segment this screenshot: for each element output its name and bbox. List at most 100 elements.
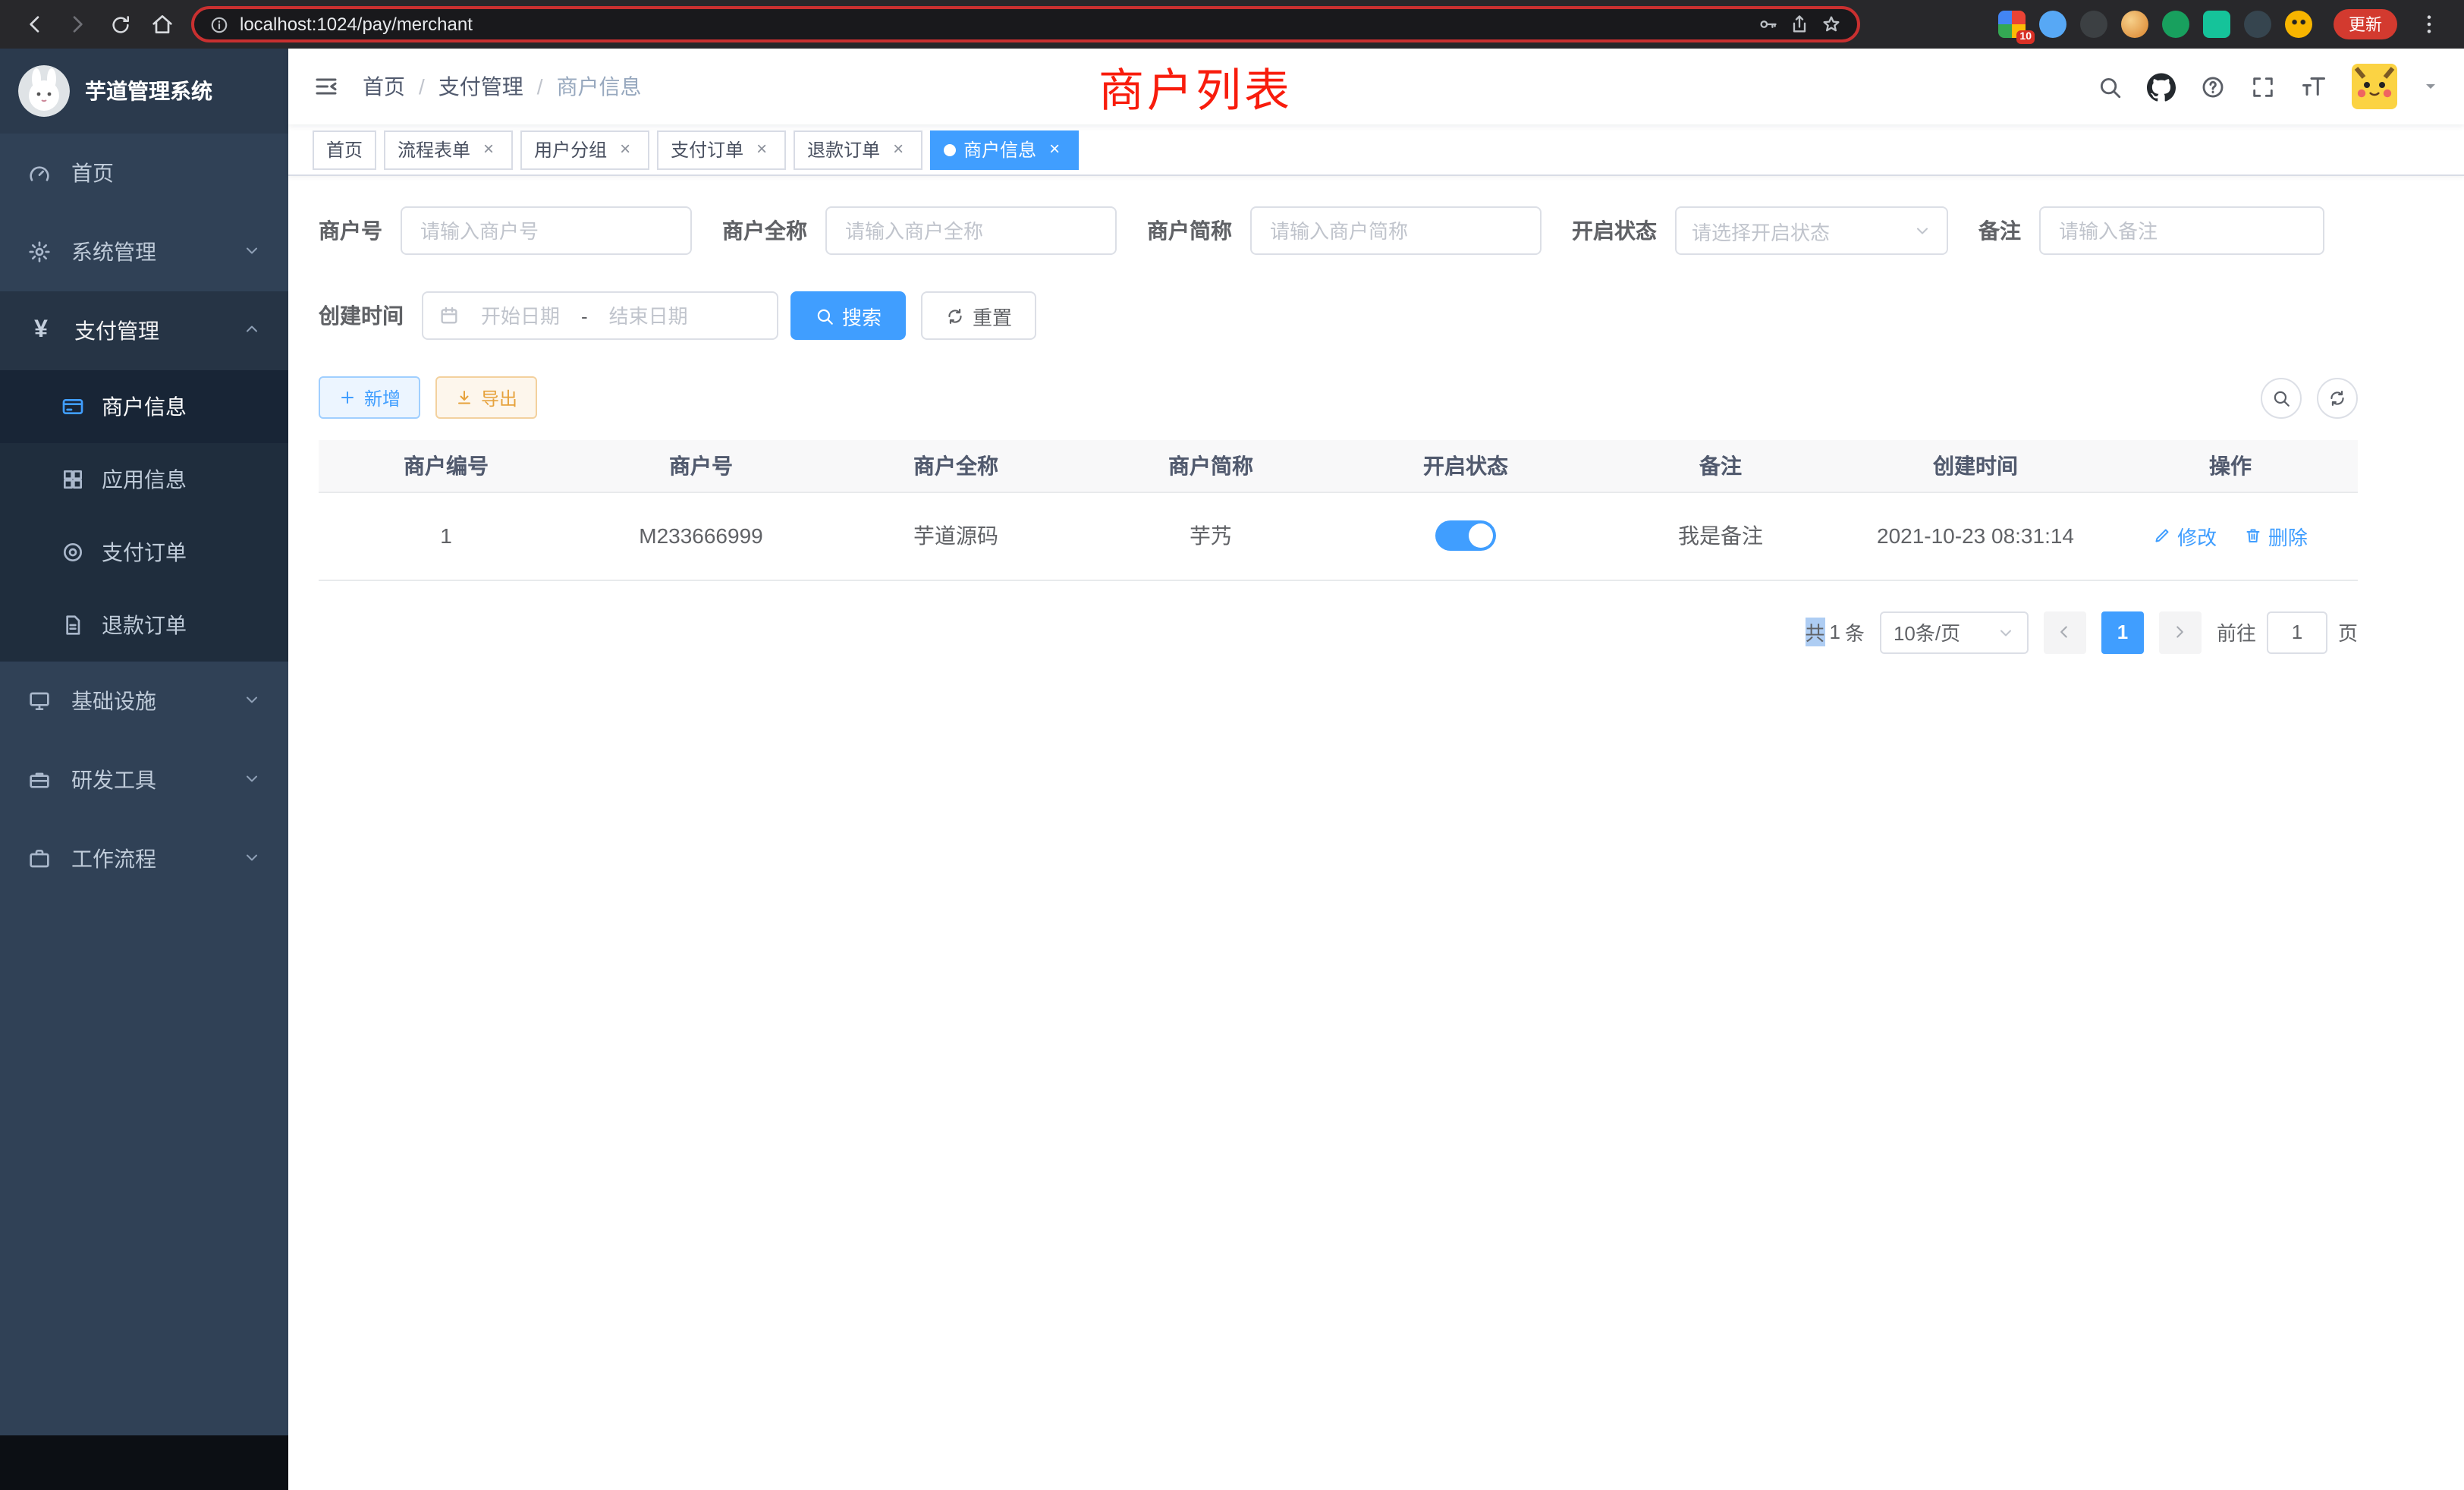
fullscreen-icon[interactable] xyxy=(2250,74,2276,99)
sidebar-item-dev-tools[interactable]: 研发工具 xyxy=(0,740,288,819)
column-header: 备注 xyxy=(1593,440,1848,492)
sidebar-item-home[interactable]: 首页 xyxy=(0,134,288,212)
github-icon[interactable] xyxy=(2147,72,2176,101)
address-bar[interactable]: localhost:1024/pay/merchant xyxy=(191,6,1860,42)
password-key-icon[interactable] xyxy=(1757,14,1778,35)
column-header: 操作 xyxy=(2103,440,2358,492)
breadcrumb-item-home[interactable]: 首页 xyxy=(363,71,405,102)
page-size-select[interactable]: 10条/页 xyxy=(1880,611,2029,653)
font-size-icon[interactable] xyxy=(2300,73,2327,100)
extension-icon[interactable]: 10 xyxy=(1998,11,2026,38)
close-icon[interactable]: × xyxy=(478,139,499,160)
reload-button[interactable] xyxy=(100,5,140,44)
browser-update-button[interactable]: 更新 xyxy=(2334,9,2397,39)
sidebar-item-infrastructure[interactable]: 基础设施 xyxy=(0,662,288,740)
extension-icon[interactable] xyxy=(2203,11,2230,38)
close-icon[interactable]: × xyxy=(751,139,772,160)
sidebar-item-app-info[interactable]: 应用信息 xyxy=(0,443,288,516)
avatar-caret-down-icon[interactable] xyxy=(2422,77,2440,96)
tab-home[interactable]: 首页 xyxy=(313,130,376,169)
pagination-total: 共 1 条 xyxy=(1805,618,1865,646)
extension-icon[interactable] xyxy=(2039,11,2066,38)
column-header: 开启状态 xyxy=(1338,440,1593,492)
remark-input[interactable] xyxy=(2039,206,2324,255)
refresh-table-button[interactable] xyxy=(2317,377,2358,418)
date-range-separator: - xyxy=(581,304,588,327)
app-title: 芋道管理系统 xyxy=(85,76,212,106)
add-button[interactable]: 新增 xyxy=(319,376,420,419)
sidebar-item-merchant-info[interactable]: 商户信息 xyxy=(0,370,288,443)
full-name-input[interactable] xyxy=(825,206,1117,255)
export-button[interactable]: 导出 xyxy=(435,376,537,419)
extension-icon[interactable] xyxy=(2244,11,2271,38)
date-start-input[interactable] xyxy=(466,304,575,327)
sidebar-item-label: 系统管理 xyxy=(71,237,223,267)
sidebar-item-label: 支付订单 xyxy=(102,537,261,567)
browser-chrome: localhost:1024/pay/merchant 10 更新 xyxy=(0,0,2464,49)
sidebar-item-label: 工作流程 xyxy=(71,844,223,874)
next-page-button[interactable] xyxy=(2159,611,2202,653)
sidebar-bottom-area xyxy=(0,1435,288,1490)
back-button[interactable] xyxy=(15,5,55,44)
table-header-row: 商户编号 商户号 商户全称 商户简称 开启状态 备注 创建时间 操作 xyxy=(319,440,2358,492)
edit-link[interactable]: 修改 xyxy=(2153,521,2217,550)
reset-button[interactable]: 重置 xyxy=(921,291,1036,340)
sidebar-item-label: 研发工具 xyxy=(71,765,223,795)
tab-label: 流程表单 xyxy=(398,137,470,162)
status-toggle[interactable] xyxy=(1435,520,1496,551)
date-end-input[interactable] xyxy=(594,304,703,327)
create-time-label: 创建时间 xyxy=(319,300,404,331)
forward-button[interactable] xyxy=(58,5,97,44)
browser-menu-kebab-icon[interactable] xyxy=(2409,5,2449,44)
chevron-down-icon xyxy=(243,689,261,713)
short-name-label: 商户简称 xyxy=(1147,215,1232,246)
extension-icon[interactable] xyxy=(2080,11,2107,38)
sidebar-toggle-button[interactable] xyxy=(313,73,340,100)
short-name-input[interactable] xyxy=(1250,206,1542,255)
tab-merchant-info[interactable]: 商户信息 × xyxy=(930,130,1079,169)
share-icon[interactable] xyxy=(1789,14,1810,35)
tab-payment-orders[interactable]: 支付订单 × xyxy=(657,130,786,169)
cell-merchant-no: M233666999 xyxy=(574,492,828,580)
breadcrumb-item-payment[interactable]: 支付管理 xyxy=(438,71,523,102)
home-button[interactable] xyxy=(143,5,182,44)
sidebar-item-workflow[interactable]: 工作流程 xyxy=(0,819,288,898)
sidebar-item-label: 支付管理 xyxy=(74,316,223,346)
tab-process-form[interactable]: 流程表单 × xyxy=(384,130,513,169)
goto-page-input[interactable] xyxy=(2267,611,2327,653)
site-info-icon[interactable] xyxy=(209,14,229,34)
search-icon[interactable] xyxy=(2097,74,2123,99)
sidebar-item-label: 商户信息 xyxy=(102,391,261,422)
search-button[interactable]: 搜索 xyxy=(790,291,906,340)
full-name-label: 商户全称 xyxy=(722,215,807,246)
breadcrumb: 首页 / 支付管理 / 商户信息 xyxy=(363,71,642,102)
delete-link[interactable]: 删除 xyxy=(2244,521,2308,550)
sidebar-item-system-management[interactable]: 系统管理 xyxy=(0,212,288,291)
remark-label: 备注 xyxy=(1978,215,2021,246)
sidebar-item-payment-orders[interactable]: 支付订单 xyxy=(0,516,288,589)
app-logo[interactable]: 芋道管理系统 xyxy=(0,49,288,134)
breadcrumb-item-current: 商户信息 xyxy=(557,71,642,102)
extension-icon[interactable] xyxy=(2121,11,2148,38)
date-range-picker[interactable]: - xyxy=(422,291,778,340)
chevron-up-icon xyxy=(243,319,261,343)
navbar-actions xyxy=(2097,64,2440,109)
merchant-no-input[interactable] xyxy=(401,206,692,255)
close-icon[interactable]: × xyxy=(888,139,909,160)
close-icon[interactable]: × xyxy=(614,139,636,160)
tab-refund-orders[interactable]: 退款订单 × xyxy=(794,130,922,169)
toggle-search-button[interactable] xyxy=(2261,377,2302,418)
prev-page-button[interactable] xyxy=(2044,611,2086,653)
extension-icon[interactable] xyxy=(2162,11,2189,38)
tab-user-group[interactable]: 用户分组 × xyxy=(520,130,649,169)
user-avatar[interactable] xyxy=(2352,64,2397,109)
page-number-button[interactable]: 1 xyxy=(2101,611,2144,653)
profile-avatar-icon[interactable] xyxy=(2285,11,2312,38)
help-icon[interactable] xyxy=(2200,74,2226,99)
table-toolbar: 新增 导出 xyxy=(319,376,2358,419)
bookmark-star-icon[interactable] xyxy=(1821,14,1842,35)
sidebar-item-refund-orders[interactable]: 退款订单 xyxy=(0,589,288,662)
close-icon[interactable]: × xyxy=(1044,139,1065,160)
sidebar-item-payment-management[interactable]: ¥ 支付管理 xyxy=(0,291,288,370)
status-select[interactable]: 请选择开启状态 xyxy=(1675,206,1948,255)
